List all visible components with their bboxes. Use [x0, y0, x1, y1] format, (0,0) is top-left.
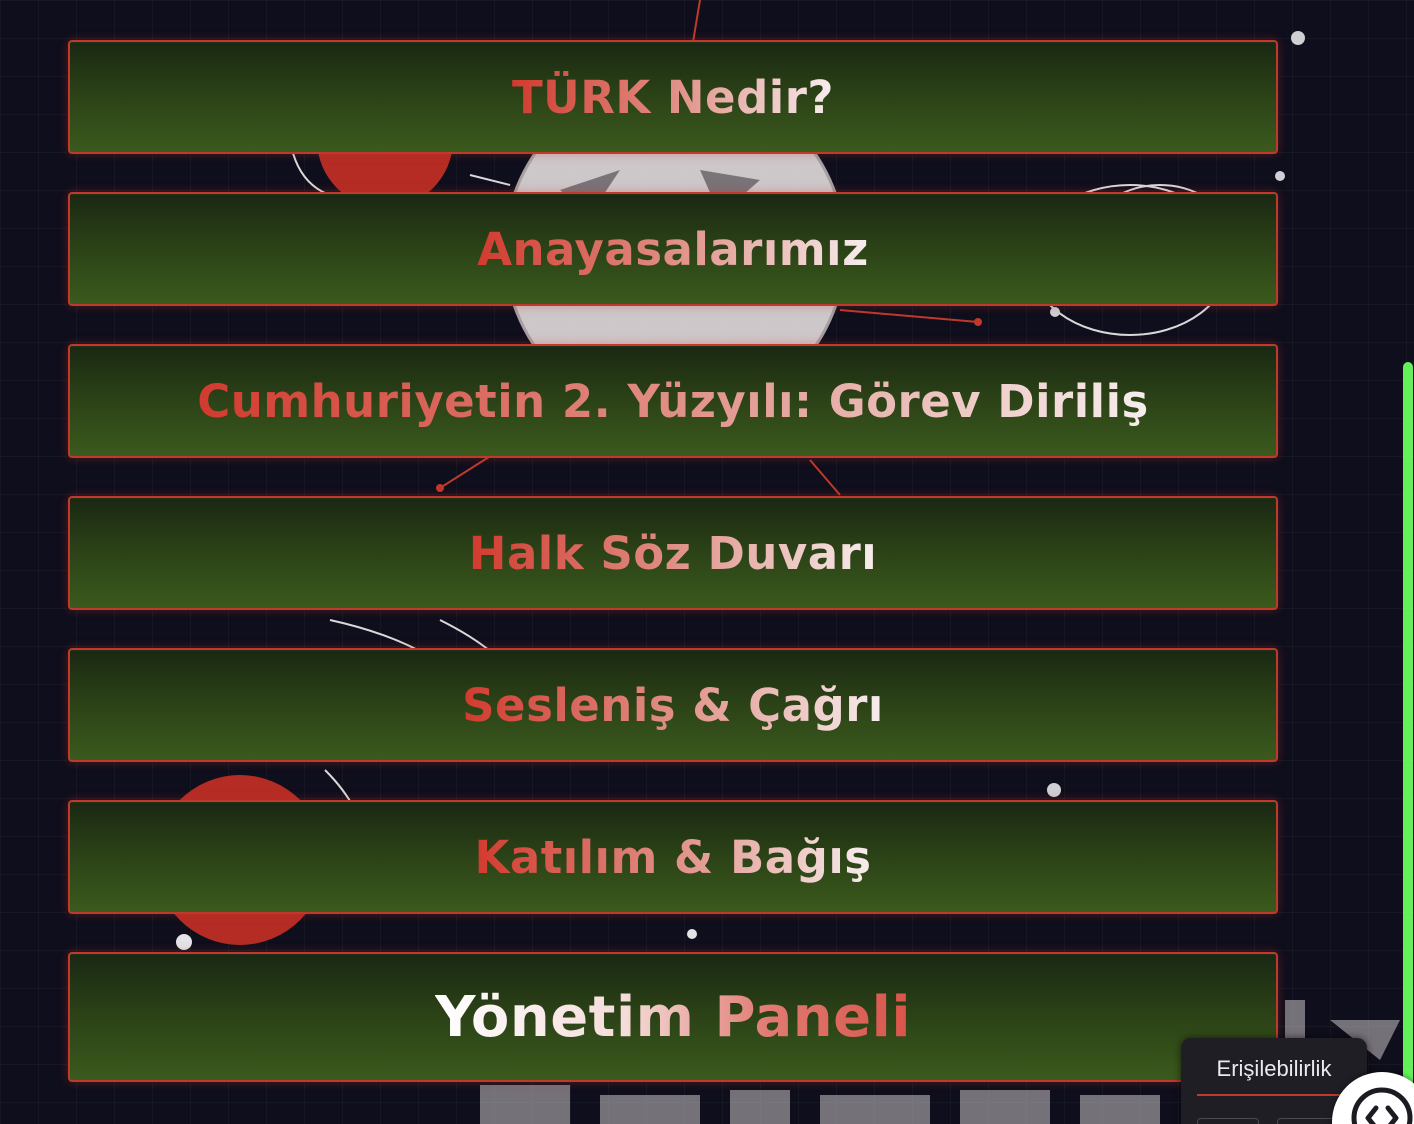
menu-button-label: Katılım & Bağış	[474, 830, 872, 884]
page-background: TÜRK Nedir? Anayasalarımız Cumhuriyetin …	[0, 0, 1414, 1124]
menu-button-turk-nedir[interactable]: TÜRK Nedir?	[68, 40, 1278, 154]
menu-button-yonetim-paneli[interactable]: Yönetim Paneli	[68, 952, 1278, 1082]
menu-button-label: Cumhuriyetin 2. Yüzyılı: Görev Diriliş	[197, 374, 1149, 428]
accessibility-option[interactable]	[1277, 1118, 1339, 1124]
menu-button-halk-soz-duvari[interactable]: Halk Söz Duvarı	[68, 496, 1278, 610]
accessibility-label: Erişilebilirlik	[1216, 1056, 1332, 1081]
menu-button-anayasalarimiz[interactable]: Anayasalarımız	[68, 192, 1278, 306]
menu-button-label: Anayasalarımız	[477, 222, 869, 276]
menu-button-katilim-bagis[interactable]: Katılım & Bağış	[68, 800, 1278, 914]
menu-button-label: Halk Söz Duvarı	[468, 526, 878, 580]
menu-button-label: Yönetim Paneli	[434, 984, 912, 1050]
menu-button-label: TÜRK Nedir?	[511, 70, 835, 124]
menu-button-cumhuriyetin-2-yuzyili[interactable]: Cumhuriyetin 2. Yüzyılı: Görev Diriliş	[68, 344, 1278, 458]
accessibility-toggle-icon	[1351, 1087, 1413, 1124]
accessibility-divider	[1197, 1094, 1347, 1096]
accessibility-option[interactable]	[1197, 1118, 1259, 1124]
menu-button-label: Sesleniş & Çağrı	[462, 678, 884, 732]
scrollbar-thumb[interactable]	[1403, 362, 1413, 1124]
menu-button-seslenis-cagri[interactable]: Sesleniş & Çağrı	[68, 648, 1278, 762]
